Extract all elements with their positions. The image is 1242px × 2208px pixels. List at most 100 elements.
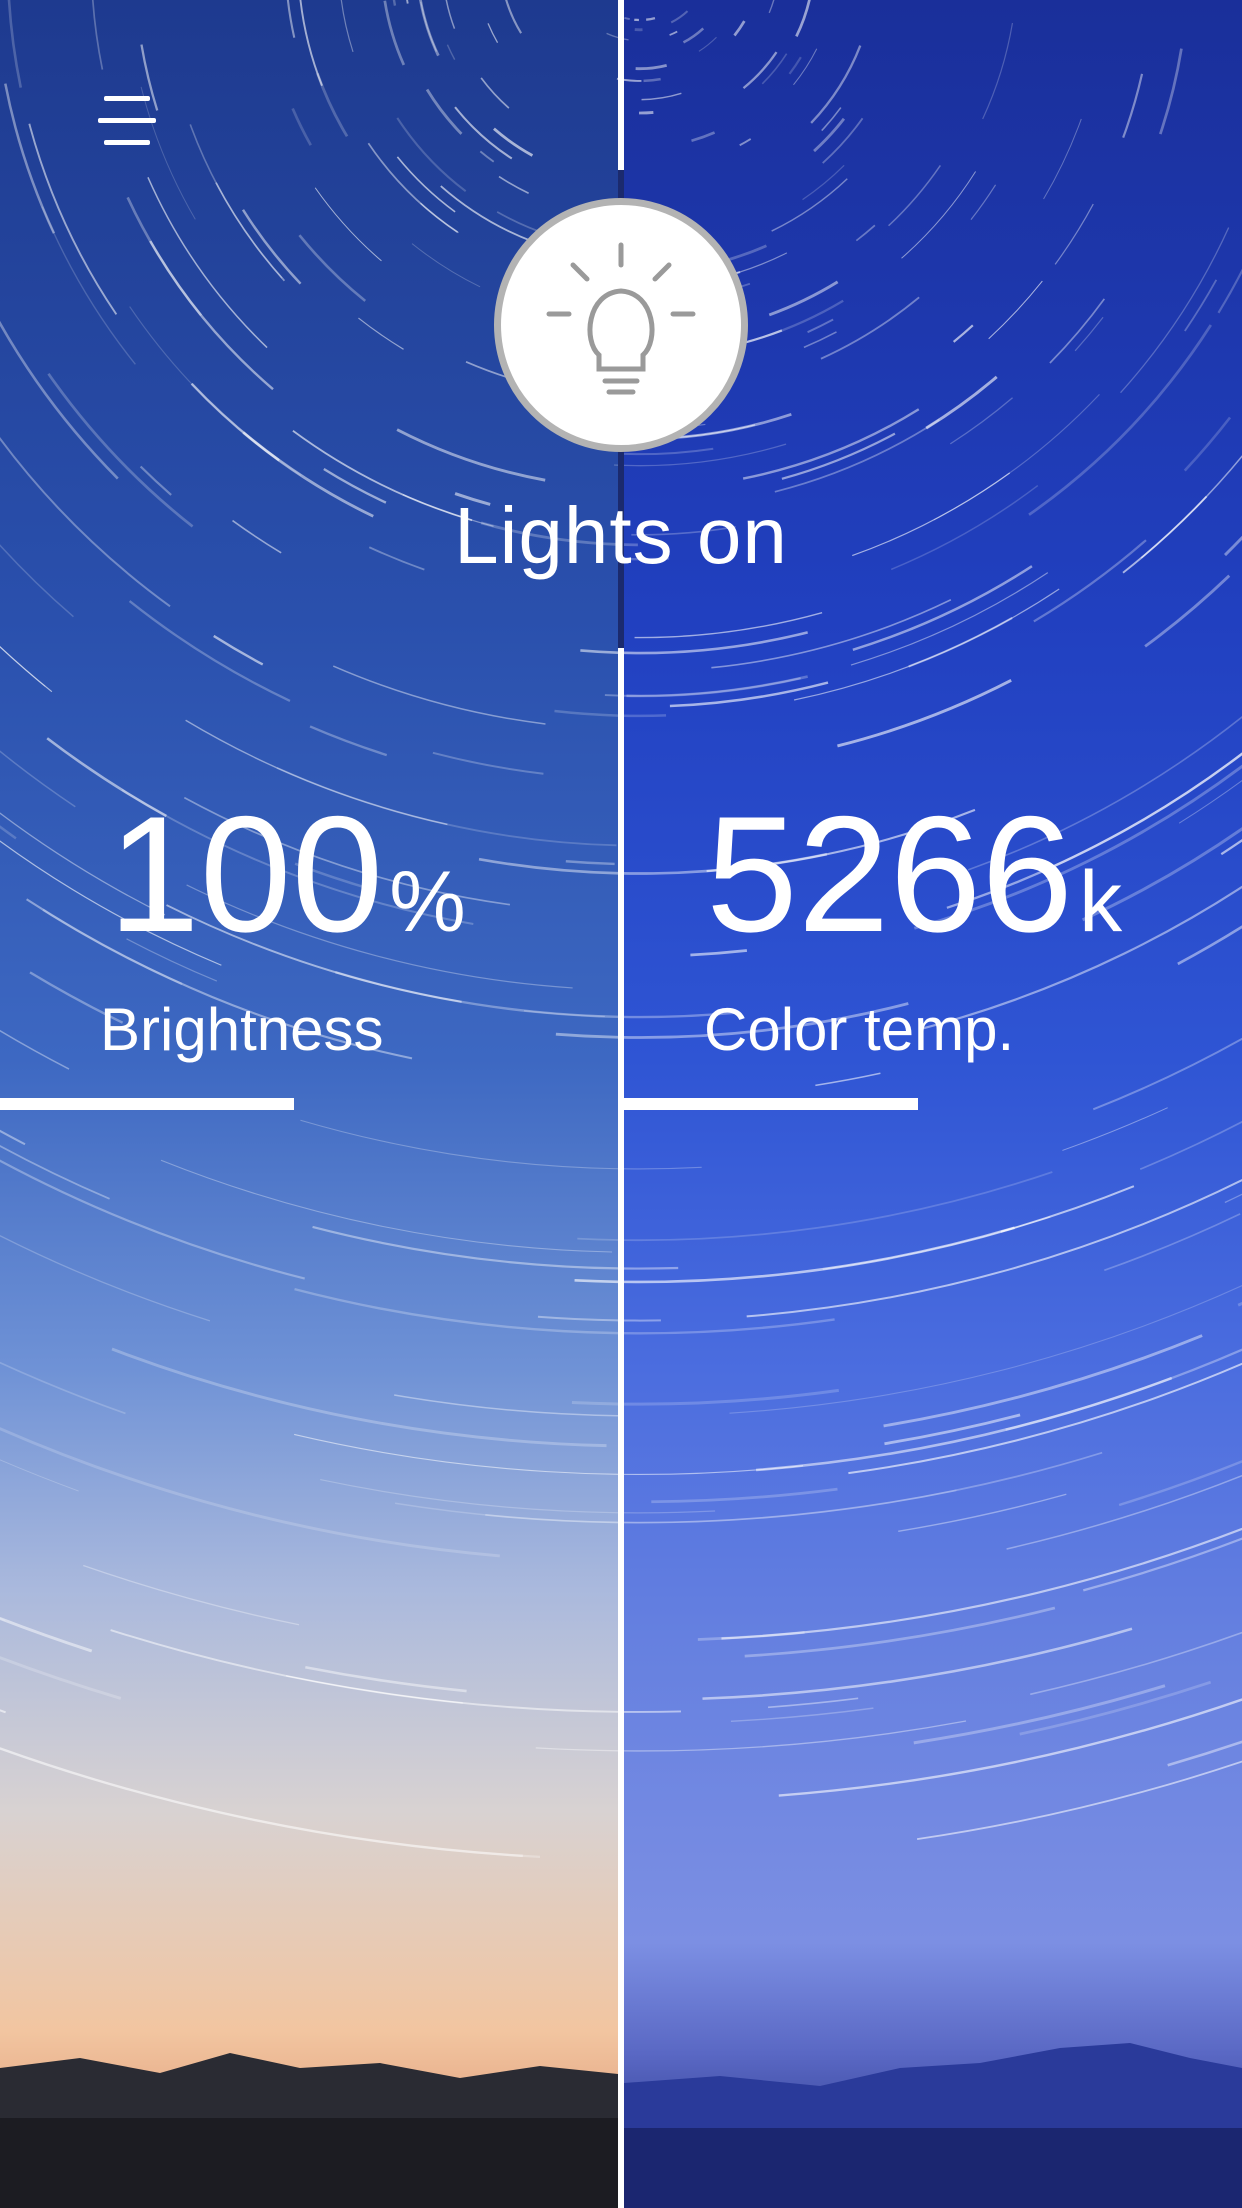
star-trail <box>739 138 752 147</box>
star-trail <box>624 1465 804 1476</box>
star-trail <box>298 234 367 302</box>
color-temp-slider[interactable] <box>624 1098 1242 1110</box>
star-trail <box>742 51 778 89</box>
star-trail <box>189 124 283 279</box>
color-temp-label: Color temp. <box>704 996 1015 1063</box>
star-trail <box>0 1747 541 1858</box>
star-trail <box>1043 118 1082 200</box>
star-trail <box>604 694 618 697</box>
star-trail <box>0 1747 523 1858</box>
star-trail <box>110 1629 618 1713</box>
star-trail <box>970 184 997 221</box>
star-trail <box>788 56 802 75</box>
star-trail <box>332 665 546 725</box>
star-trail <box>641 92 682 101</box>
brightness-slider[interactable] <box>0 1098 618 1110</box>
star-trail <box>454 106 513 160</box>
star-trail <box>305 1665 467 1693</box>
star-trail <box>1122 73 1144 139</box>
star-trail <box>574 1279 618 1283</box>
star-trail <box>1082 1537 1242 1592</box>
star-trail <box>624 714 667 718</box>
star-trail <box>383 0 406 66</box>
star-trail <box>320 1478 618 1514</box>
star-trail <box>1177 925 1242 966</box>
star-trail <box>419 0 440 57</box>
star-trail <box>888 164 941 227</box>
star-trail <box>300 1119 618 1170</box>
star-trail <box>190 382 280 462</box>
star-trail <box>698 36 717 52</box>
star-trail <box>822 117 864 164</box>
star-trail <box>411 243 481 288</box>
star-trail <box>730 1707 874 1722</box>
star-trail <box>807 318 834 334</box>
star-trail <box>493 127 534 157</box>
star-trail <box>1092 1037 1242 1111</box>
star-trail <box>768 0 775 14</box>
star-trail <box>312 1225 618 1270</box>
star-trail <box>1167 1740 1242 1767</box>
star-trail <box>1217 268 1242 314</box>
star-trail <box>160 1159 613 1253</box>
star-trail <box>822 1216 1051 1270</box>
star-trail <box>925 375 998 430</box>
star-trail <box>446 44 456 60</box>
power-toggle-button[interactable] <box>494 198 748 452</box>
star-trail <box>778 1698 1242 1797</box>
star-trail <box>394 1394 618 1417</box>
star-trail <box>7 0 23 88</box>
hamburger-menu-icon[interactable] <box>98 96 160 146</box>
star-trail <box>28 123 118 315</box>
star-trail <box>1006 1474 1242 1550</box>
star-trail <box>554 709 618 717</box>
star-trail <box>691 131 716 142</box>
star-trail <box>1159 48 1183 135</box>
star-trail <box>795 0 811 37</box>
star-trail <box>901 171 977 259</box>
star-trail <box>646 16 656 21</box>
star-trail <box>884 1413 1021 1446</box>
star-trail <box>215 182 286 282</box>
mountain-silhouette <box>624 2043 1242 2208</box>
star-trail <box>850 572 1049 666</box>
lightbulb-icon <box>546 242 696 395</box>
star-trail <box>571 1401 618 1406</box>
star-trail <box>4 83 56 234</box>
star-trail <box>555 1032 618 1039</box>
star-trail <box>0 825 17 840</box>
star-trail <box>111 1347 607 1448</box>
color-temp-unit: k <box>1079 854 1123 950</box>
star-trail <box>815 1072 881 1087</box>
star-trail <box>0 1029 70 1070</box>
star-trail <box>396 156 456 213</box>
star-trail <box>1144 574 1231 648</box>
star-trail <box>848 1362 1242 1475</box>
star-trail <box>367 142 458 233</box>
star-trail <box>1054 203 1094 265</box>
star-trail <box>634 611 823 639</box>
star-trail <box>952 324 974 343</box>
star-trail <box>624 1388 840 1406</box>
star-trail <box>697 1631 805 1641</box>
star-trail <box>406 0 409 4</box>
star-trail <box>358 317 404 350</box>
star-trail <box>445 0 456 29</box>
star-trail <box>624 1710 681 1713</box>
star-trail <box>761 53 788 85</box>
star-trail <box>767 1697 859 1709</box>
star-trail <box>128 600 291 702</box>
star-trail <box>480 77 510 109</box>
star-trail <box>721 1527 1242 1640</box>
star-trail <box>0 1616 93 1653</box>
star-trail <box>744 1606 1056 1658</box>
star-trail <box>1237 1301 1242 1307</box>
star-trail <box>535 1747 618 1752</box>
star-trail <box>639 111 654 115</box>
star-trail <box>0 1655 122 1700</box>
star-trail <box>309 725 388 757</box>
star-trail <box>0 1144 110 1200</box>
star-trail <box>1062 1107 1168 1151</box>
star-trail <box>314 187 382 262</box>
color-temp-value: 5266 <box>706 782 1074 966</box>
